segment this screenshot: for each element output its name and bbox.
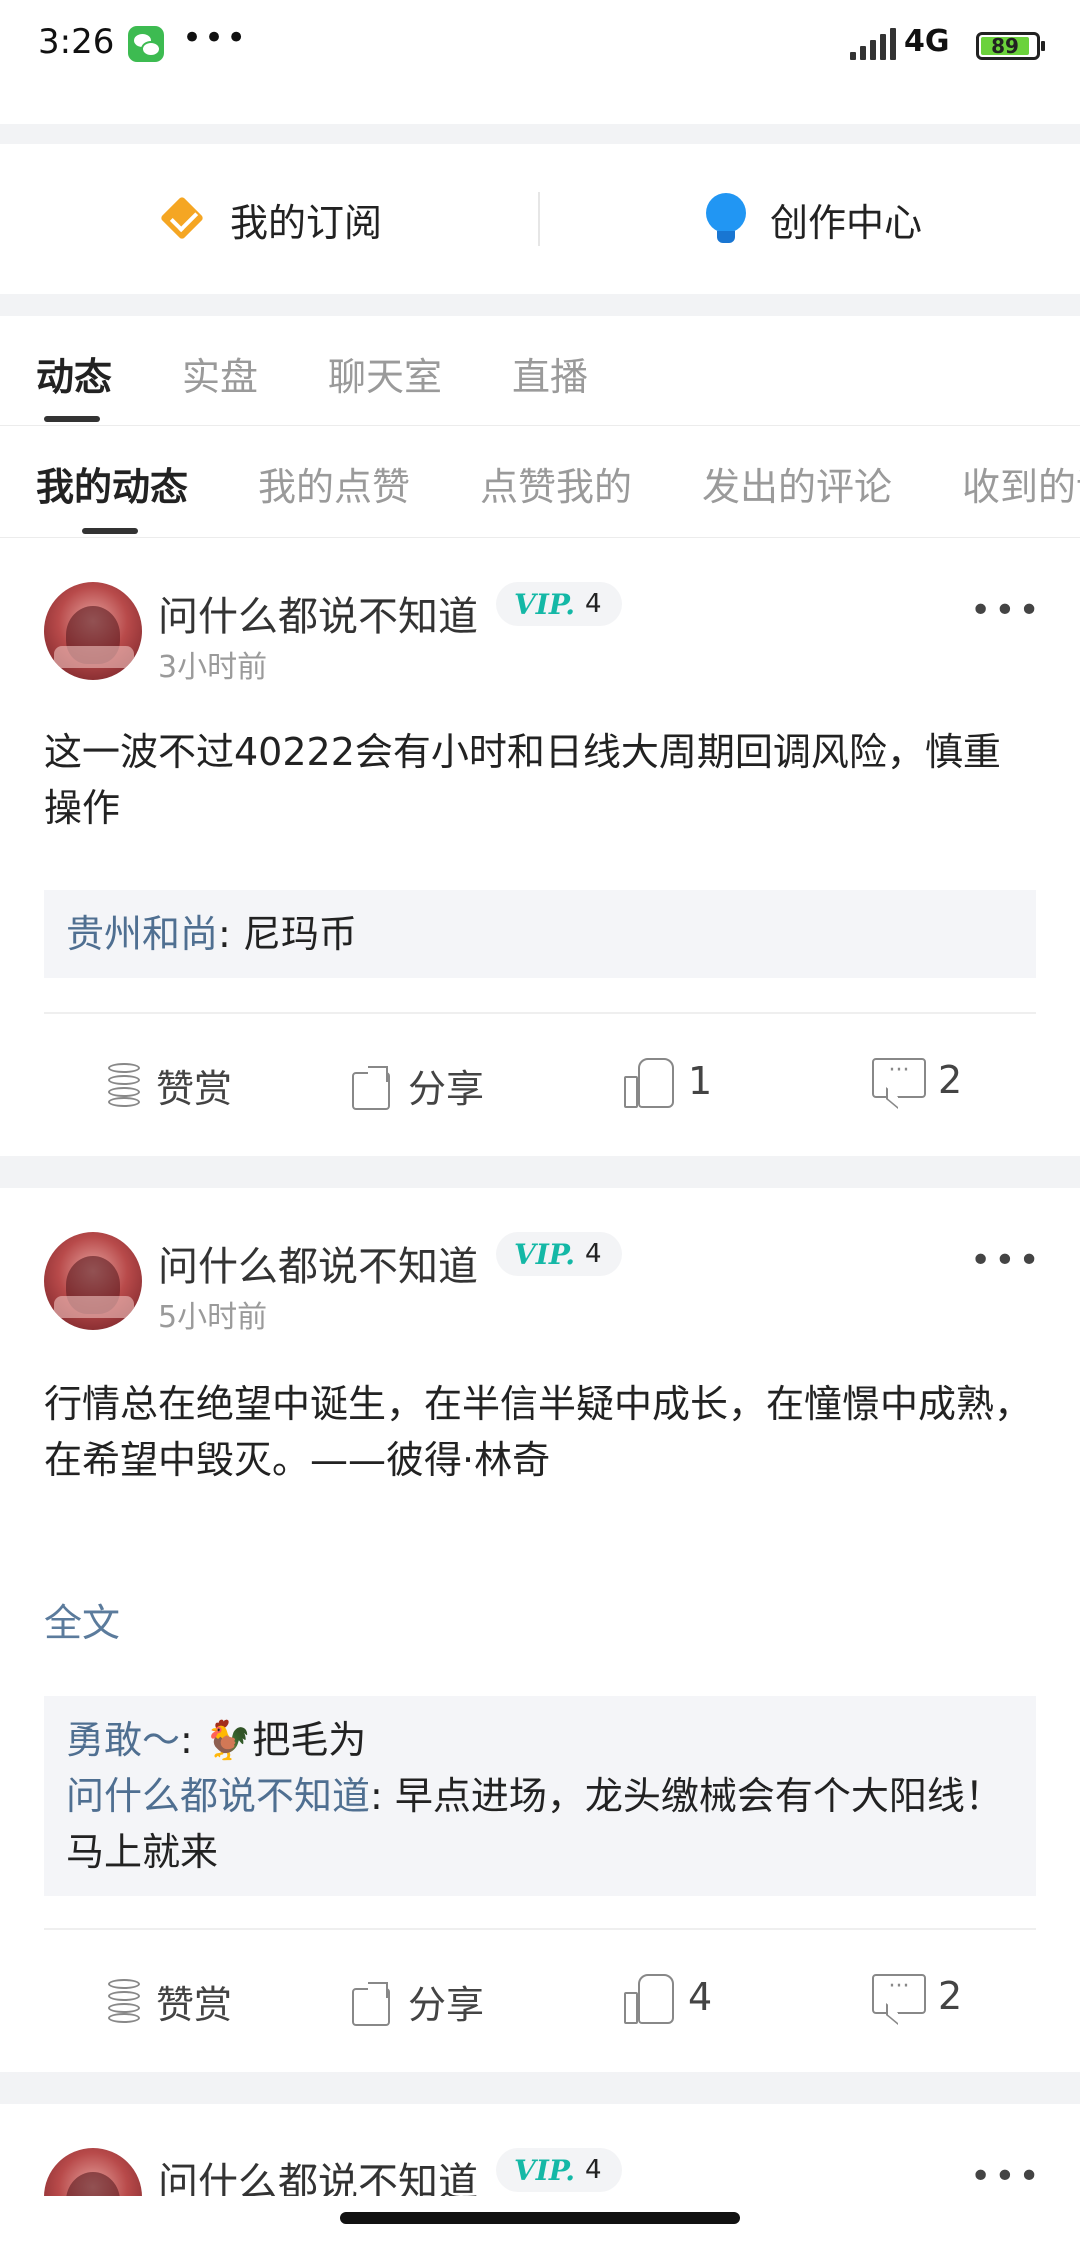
primary-tabs: 动态 实盘 聊天室 直播 — [0, 316, 1080, 426]
like-button[interactable]: 1 — [624, 1058, 713, 1108]
comment-author[interactable]: 问什么都说不知道 — [66, 1774, 370, 1818]
card-divider — [44, 1012, 1036, 1014]
post-content: 行情总在绝望中诞生，在半信半疑中成长，在憧憬中成熟，在希望中毁灭。——彼得·林奇 — [44, 1382, 1033, 1482]
comment-preview[interactable]: 贵州和尚: 尼玛币 — [44, 890, 1036, 978]
comment-preview[interactable]: 勇敢～: 🐓把毛为 问什么都说不知道: 早点进场，龙头缴械会有个大阳线！马上就来 — [44, 1696, 1036, 1896]
more-options-icon[interactable]: ••• — [970, 590, 1043, 631]
like-button[interactable]: 4 — [624, 1974, 713, 2024]
comment-count: 2 — [938, 1974, 963, 2018]
like-count: 1 — [688, 1059, 713, 1103]
share-label: 分享 — [408, 1983, 485, 2027]
comment-icon — [872, 1974, 926, 2018]
creator-center-label: 创作中心 — [770, 200, 923, 245]
coins-icon — [108, 1978, 140, 2025]
lightbulb-icon — [704, 193, 748, 245]
status-bar: 3:26 ••• 4G 89 — [0, 0, 1080, 124]
share-button[interactable]: 分享 — [352, 1974, 484, 2029]
vip-badge-label: VIP. — [514, 1237, 575, 1271]
tab-live-stream[interactable]: 直播 — [512, 346, 588, 401]
reward-button[interactable]: 赞赏 — [108, 1058, 232, 1113]
share-label: 分享 — [408, 1067, 485, 1111]
thumbs-up-icon — [624, 1974, 674, 2024]
post-username[interactable]: 问什么都说不知道 — [158, 1234, 478, 1292]
diamond-icon — [158, 194, 208, 244]
comment-separator: : — [180, 1718, 205, 1762]
avatar[interactable] — [44, 1232, 142, 1330]
more-options-icon[interactable]: ••• — [970, 1240, 1043, 1281]
vip-level: 4 — [585, 1239, 602, 1269]
quick-divider — [538, 192, 540, 246]
vip-level: 4 — [585, 2155, 602, 2185]
network-type: 4G — [904, 24, 950, 59]
signal-icon — [850, 28, 898, 60]
post-content: 这一波不过40222会有小时和日线大周期回调风险，慎重操作 — [44, 730, 1001, 830]
tab-my-posts[interactable]: 我的动态 — [36, 456, 188, 511]
creator-center-button[interactable]: 创作中心 — [704, 144, 922, 294]
thumbs-up-icon — [624, 1058, 674, 1108]
vip-badge: VIP. 4 — [496, 1232, 622, 1276]
share-icon — [352, 1981, 392, 2026]
post-time: 5小时前 — [158, 1300, 268, 1335]
battery-icon: 89 — [976, 32, 1045, 60]
reward-button[interactable]: 赞赏 — [108, 1974, 232, 2029]
post-time: 3小时前 — [158, 650, 268, 685]
full-text-link[interactable]: 全文 — [44, 1592, 120, 1647]
coins-icon — [108, 1062, 140, 1109]
primary-tab-indicator — [44, 416, 100, 422]
comment-icon — [872, 1058, 926, 1102]
comment-button[interactable]: 2 — [872, 1974, 962, 2018]
card-divider — [44, 1928, 1036, 1930]
post-card: 问什么都说不知道 VIP. 4 3小时前 ••• 这一波不过40222会有小时和… — [0, 538, 1080, 1156]
comment-text: 尼玛币 — [242, 912, 357, 956]
more-options-icon[interactable]: ••• — [970, 2156, 1043, 2197]
tab-liked-me[interactable]: 点赞我的 — [480, 456, 632, 511]
vip-badge: VIP. 4 — [496, 582, 622, 626]
home-indicator[interactable] — [340, 2212, 740, 2224]
share-icon — [352, 1065, 392, 1110]
vip-badge: VIP. 4 — [496, 2148, 622, 2192]
comment-separator: : — [370, 1774, 395, 1818]
reward-label: 赞赏 — [156, 1067, 233, 1111]
quick-links: 我的订阅 创作中心 — [0, 144, 1080, 294]
battery-level: 89 — [981, 36, 1029, 56]
status-more-icon: ••• — [182, 18, 249, 58]
comment-line: 勇敢～: 🐓把毛为 — [66, 1712, 1014, 1768]
comment-line: 贵州和尚: 尼玛币 — [66, 906, 1014, 962]
post-card: 问什么都说不知道 VIP. 4 5小时前 ••• 行情总在绝望中诞生，在半信半疑… — [0, 1188, 1080, 2072]
comment-text: 🐓把毛为 — [204, 1718, 367, 1762]
tab-my-likes[interactable]: 我的点赞 — [258, 456, 410, 511]
secondary-tab-indicator — [82, 528, 138, 534]
tab-dynamics[interactable]: 动态 — [36, 346, 112, 401]
tab-chatroom[interactable]: 聊天室 — [328, 346, 442, 401]
tab-sent-comments[interactable]: 发出的评论 — [702, 456, 892, 511]
vip-badge-label: VIP. — [514, 2153, 575, 2187]
like-count: 4 — [688, 1975, 713, 2019]
share-button[interactable]: 分享 — [352, 1058, 484, 1113]
my-subscription-button[interactable]: 我的订阅 — [158, 144, 382, 294]
my-subscription-label: 我的订阅 — [230, 200, 383, 245]
comment-author[interactable]: 贵州和尚 — [66, 912, 218, 956]
vip-level: 4 — [585, 589, 602, 619]
comment-separator: : — [218, 912, 243, 956]
reward-label: 赞赏 — [156, 1983, 233, 2027]
comment-count: 2 — [938, 1058, 963, 1102]
vip-badge-label: VIP. — [514, 587, 575, 621]
post-username[interactable]: 问什么都说不知道 — [158, 584, 478, 642]
secondary-tabs: 我的动态 我的点赞 点赞我的 发出的评论 收到的评 — [0, 426, 1080, 538]
tab-received-comments[interactable]: 收到的评 — [962, 456, 1080, 511]
comment-line: 问什么都说不知道: 早点进场，龙头缴械会有个大阳线！马上就来 — [66, 1768, 1014, 1880]
comment-button[interactable]: 2 — [872, 1058, 962, 1102]
status-time: 3:26 — [38, 22, 115, 62]
comment-author[interactable]: 勇敢～ — [66, 1718, 180, 1762]
tab-live-trading[interactable]: 实盘 — [182, 346, 258, 401]
avatar[interactable] — [44, 582, 142, 680]
wechat-icon — [128, 26, 164, 62]
